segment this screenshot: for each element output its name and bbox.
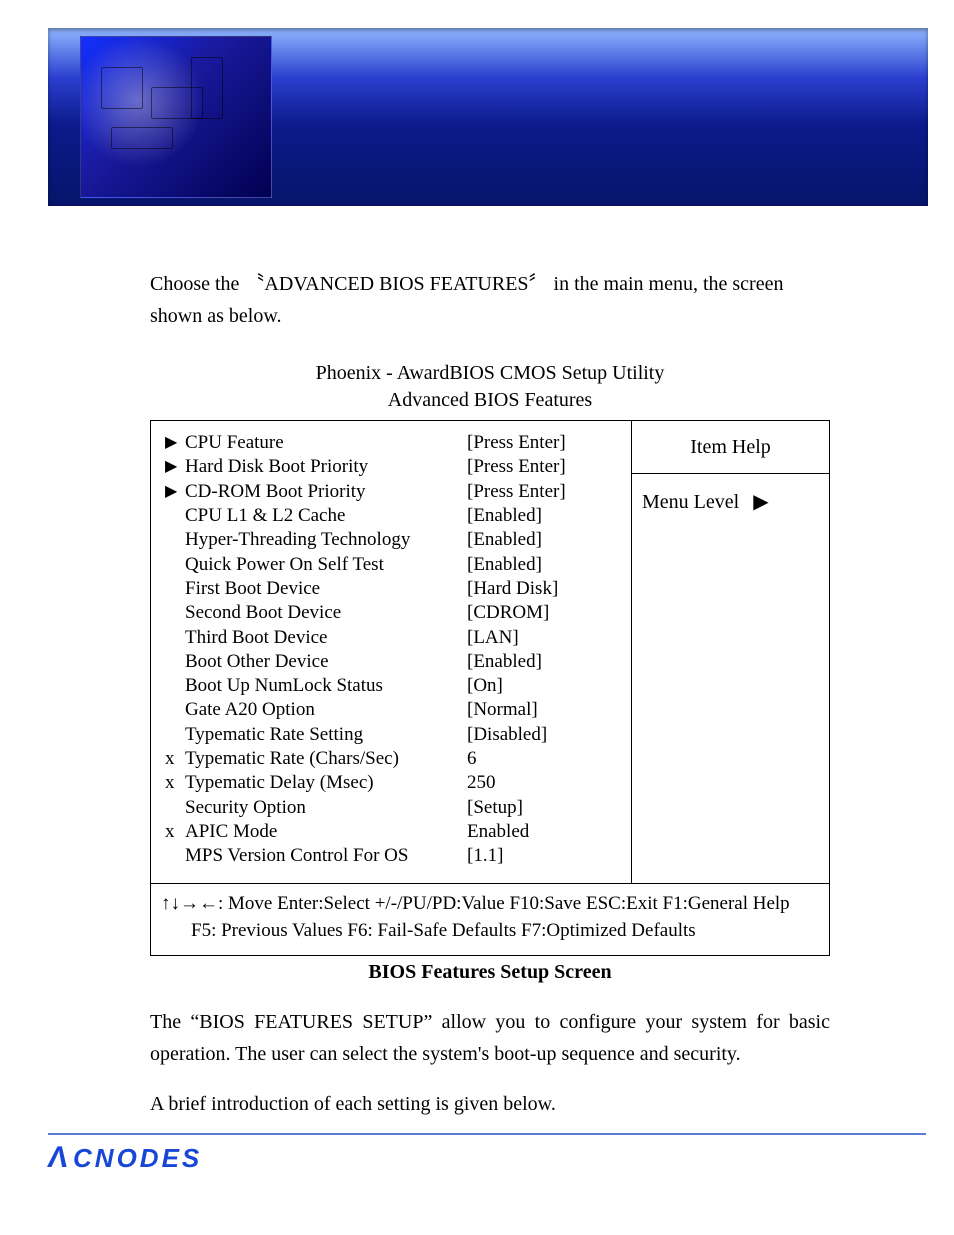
bios-item-label: Typematic Rate (Chars/Sec) — [185, 747, 399, 771]
bios-item-value[interactable]: [Press Enter] — [467, 480, 627, 504]
indent-spacer — [165, 723, 179, 747]
bios-item-value[interactable]: [Enabled] — [467, 553, 627, 577]
bios-item-label: MPS Version Control For OS — [185, 844, 408, 868]
document-body: Choose the 〝ADVANCED BIOS FEATURES〞 in t… — [150, 268, 830, 1138]
brand-logo: Λ CNODES — [48, 1141, 926, 1175]
bios-item-row[interactable]: Security Option — [165, 796, 455, 820]
submenu-arrow-icon: ▶ — [165, 457, 179, 477]
indent-spacer — [165, 844, 179, 868]
brand-lambda-icon: Λ — [46, 1141, 74, 1175]
bios-item-label: CPU Feature — [185, 431, 284, 455]
bios-item-label: Boot Other Device — [185, 650, 329, 674]
bios-screen-title: Phoenix - AwardBIOS CMOS Setup Utility A… — [150, 360, 830, 414]
bios-item-row[interactable]: ▶ CPU Feature — [165, 431, 455, 455]
bios-item-value[interactable]: [Enabled] — [467, 504, 627, 528]
bios-item-label: CPU L1 & L2 Cache — [185, 504, 345, 528]
bios-item-value[interactable]: [CDROM] — [467, 601, 627, 625]
disabled-x-icon: x — [165, 820, 179, 844]
bios-item-label: Second Boot Device — [185, 601, 341, 625]
bios-item-row[interactable]: xTypematic Delay (Msec) — [165, 771, 455, 795]
bios-item-label: Quick Power On Self Test — [185, 553, 384, 577]
bios-item-label: Typematic Delay (Msec) — [185, 771, 374, 795]
bios-item-value[interactable]: [Enabled] — [467, 650, 627, 674]
bios-item-value[interactable]: [Normal] — [467, 698, 627, 722]
bios-legend: ↑↓→←: Move Enter:Select +/-/PU/PD:Value … — [151, 883, 829, 955]
bios-item-label: CD-ROM Boot Priority — [185, 480, 366, 504]
bios-item-labels: ▶ CPU Feature ▶ Hard Disk Boot Priority ▶ CD-… — [151, 421, 463, 883]
bios-item-row[interactable]: xAPIC Mode — [165, 820, 455, 844]
bios-item-row[interactable]: Typematic Rate Setting — [165, 723, 455, 747]
bios-item-value[interactable]: Enabled — [467, 820, 627, 844]
bios-item-row[interactable]: ▶ Hard Disk Boot Priority — [165, 455, 455, 479]
bios-item-row[interactable]: Quick Power On Self Test — [165, 553, 455, 577]
indent-spacer — [165, 626, 179, 650]
bios-item-value[interactable]: [1.1] — [467, 844, 627, 868]
indent-spacer — [165, 528, 179, 552]
bios-item-row[interactable]: Third Boot Device — [165, 626, 455, 650]
paragraph-2: The “BIOS FEATURES SETUP” allow you to c… — [150, 1006, 830, 1070]
bios-item-label: Third Boot Device — [185, 626, 327, 650]
help-menu-level-label: Menu Level — [642, 486, 739, 518]
bios-item-row[interactable]: MPS Version Control For OS — [165, 844, 455, 868]
indent-spacer — [165, 553, 179, 577]
bios-item-label: Hyper-Threading Technology — [185, 528, 410, 552]
bios-item-row[interactable]: Second Boot Device — [165, 601, 455, 625]
indent-spacer — [165, 698, 179, 722]
bios-item-row[interactable]: ▶ CD-ROM Boot Priority — [165, 480, 455, 504]
submenu-arrow-icon: ▶ — [165, 482, 179, 502]
header-banner — [48, 28, 928, 206]
circuit-board-graphic — [80, 36, 272, 198]
disabled-x-icon: x — [165, 771, 179, 795]
bios-item-row[interactable]: First Boot Device — [165, 577, 455, 601]
bios-item-value[interactable]: [Setup] — [467, 796, 627, 820]
bios-item-values: [Press Enter][Press Enter][Press Enter][… — [463, 421, 631, 883]
bios-item-label: Typematic Rate Setting — [185, 723, 363, 747]
disabled-x-icon: x — [165, 747, 179, 771]
bios-item-value[interactable]: [LAN] — [467, 626, 627, 650]
bios-item-label: First Boot Device — [185, 577, 320, 601]
help-title: Item Help — [632, 421, 829, 474]
submenu-arrow-icon: ▶ — [165, 433, 179, 453]
bios-item-value[interactable]: 250 — [467, 771, 627, 795]
bios-item-label: Boot Up NumLock Status — [185, 674, 383, 698]
bios-item-value[interactable]: [Disabled] — [467, 723, 627, 747]
bios-screen: ▶ CPU Feature ▶ Hard Disk Boot Priority ▶ CD-… — [150, 420, 830, 956]
bios-item-label: Hard Disk Boot Priority — [185, 455, 368, 479]
indent-spacer — [165, 650, 179, 674]
bios-item-value[interactable]: [Press Enter] — [467, 455, 627, 479]
bios-title-line-2: Advanced BIOS Features — [150, 387, 830, 414]
indent-spacer — [165, 674, 179, 698]
bios-item-value[interactable]: [On] — [467, 674, 627, 698]
bios-item-row[interactable]: Hyper-Threading Technology — [165, 528, 455, 552]
indent-spacer — [165, 796, 179, 820]
bios-item-value[interactable]: [Hard Disk] — [467, 577, 627, 601]
legend-line-1: ↑↓→←: Move Enter:Select +/-/PU/PD:Value … — [161, 890, 819, 918]
brand-text: CNODES — [73, 1143, 202, 1174]
bios-item-label: APIC Mode — [185, 820, 277, 844]
bios-item-row[interactable]: Gate A20 Option — [165, 698, 455, 722]
figure-caption: BIOS Features Setup Screen — [150, 956, 830, 988]
bios-help-panel: Item Help Menu Level ▶ — [631, 421, 829, 883]
bios-item-value[interactable]: 6 — [467, 747, 627, 771]
legend-line-2: F5: Previous Values F6: Fail-Safe Defaul… — [161, 917, 819, 945]
bios-item-value[interactable]: [Enabled] — [467, 528, 627, 552]
intro-paragraph: Choose the 〝ADVANCED BIOS FEATURES〞 in t… — [150, 268, 830, 332]
paragraph-3: A brief introduction of each setting is … — [150, 1088, 830, 1120]
bios-item-label: Gate A20 Option — [185, 698, 315, 722]
page-footer: Λ CNODES — [48, 1133, 926, 1175]
bios-item-row[interactable]: xTypematic Rate (Chars/Sec) — [165, 747, 455, 771]
bios-item-label: Security Option — [185, 796, 306, 820]
indent-spacer — [165, 504, 179, 528]
bios-item-row[interactable]: Boot Up NumLock Status — [165, 674, 455, 698]
chevron-right-icon: ▶ — [753, 486, 768, 518]
bios-item-row[interactable]: CPU L1 & L2 Cache — [165, 504, 455, 528]
bios-item-value[interactable]: [Press Enter] — [467, 431, 627, 455]
bios-item-row[interactable]: Boot Other Device — [165, 650, 455, 674]
indent-spacer — [165, 577, 179, 601]
bios-title-line-1: Phoenix - AwardBIOS CMOS Setup Utility — [150, 360, 830, 387]
indent-spacer — [165, 601, 179, 625]
